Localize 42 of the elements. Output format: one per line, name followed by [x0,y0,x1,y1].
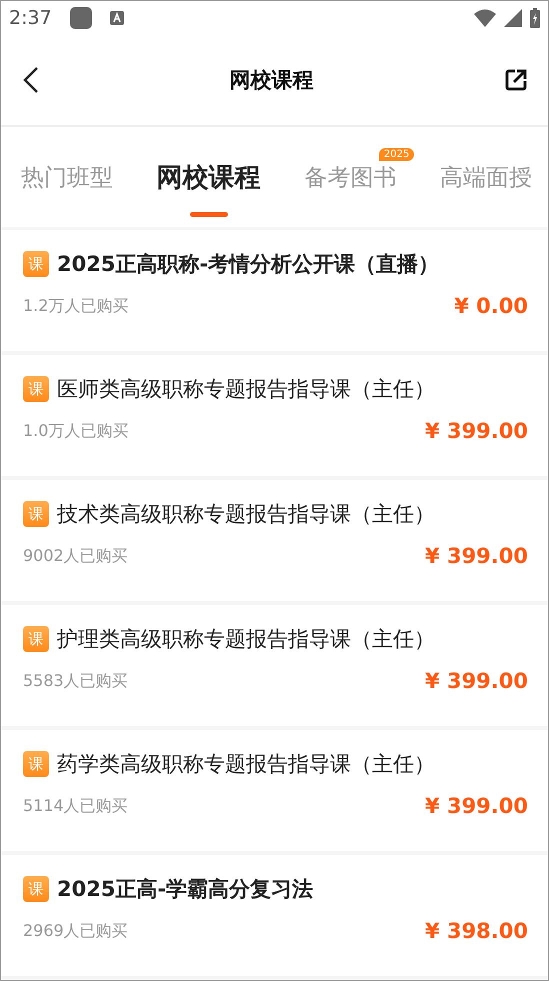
course-card[interactable]: 课 护理类高级职称专题报告指导课（主任） 5583人已购买 ¥ 399.00 [1,605,548,726]
tab-indicator [190,212,228,216]
course-tag: 课 [23,376,49,402]
course-card[interactable]: 课 药学类高级职称专题报告指导课（主任） 5114人已购买 ¥ 399.00 [1,730,548,851]
buyer-count: 9002人已购买 [23,546,128,566]
course-price: ¥ 399.00 [425,669,528,693]
status-time: 2:37 [9,7,52,29]
course-card[interactable]: 课 2025正高-学霸高分复习法 2969人已购买 ¥ 398.00 [1,855,548,976]
buyer-count: 1.0万人已购买 [23,420,128,442]
course-price: ¥ 399.00 [425,794,528,818]
course-price: ¥ 399.00 [425,544,528,568]
buyer-count: 5583人已购买 [23,670,128,692]
category-tab[interactable]: 网校课程 [156,160,261,194]
course-card[interactable]: 课 2025正高职称-考情分析公开课（直播） 1.2万人已购买 ¥ 0.00 [1,230,548,351]
buyer-count: 2969人已购买 [23,920,128,942]
course-title: 技术类高级职称专题报告指导课（主任） [57,501,435,528]
course-tag: 课 [23,626,49,652]
font-icon [110,11,124,25]
course-tag: 课 [23,751,49,777]
wifi-icon [474,9,496,27]
course-title: 2025正高-学霸高分复习法 [57,876,314,903]
course-card[interactable]: 课 医师类高级职称专题报告指导课（主任） 1.0万人已购买 ¥ 399.00 [1,355,548,476]
signal-icon [504,9,522,27]
app-notification-icon [70,7,92,29]
course-title: 2025正高职称-考情分析公开课（直播） [57,251,440,278]
course-price: ¥ 399.00 [425,419,528,443]
share-icon[interactable] [504,68,528,92]
course-card[interactable]: 课 技术类高级职称专题报告指导课（主任） 9002人已购买 ¥ 399.00 [1,480,548,601]
battery-icon [530,8,540,28]
buyer-count: 1.2万人已购买 [23,296,128,316]
course-title: 护理类高级职称专题报告指导课（主任） [57,626,435,653]
course-tag: 课 [23,501,49,527]
course-tag: 课 [23,876,49,902]
course-tag: 课 [23,251,49,277]
back-icon[interactable] [23,66,39,94]
buyer-count: 5114人已购买 [23,796,128,816]
course-price: ¥ 398.00 [425,919,528,943]
page-title: 网校课程 [230,67,314,94]
course-title: 医师类高级职称专题报告指导课（主任） [57,376,435,403]
course-price: ¥ 0.00 [454,294,528,318]
course-title: 药学类高级职称专题报告指导课（主任） [57,751,435,778]
year-badge: 2025 [378,148,414,160]
